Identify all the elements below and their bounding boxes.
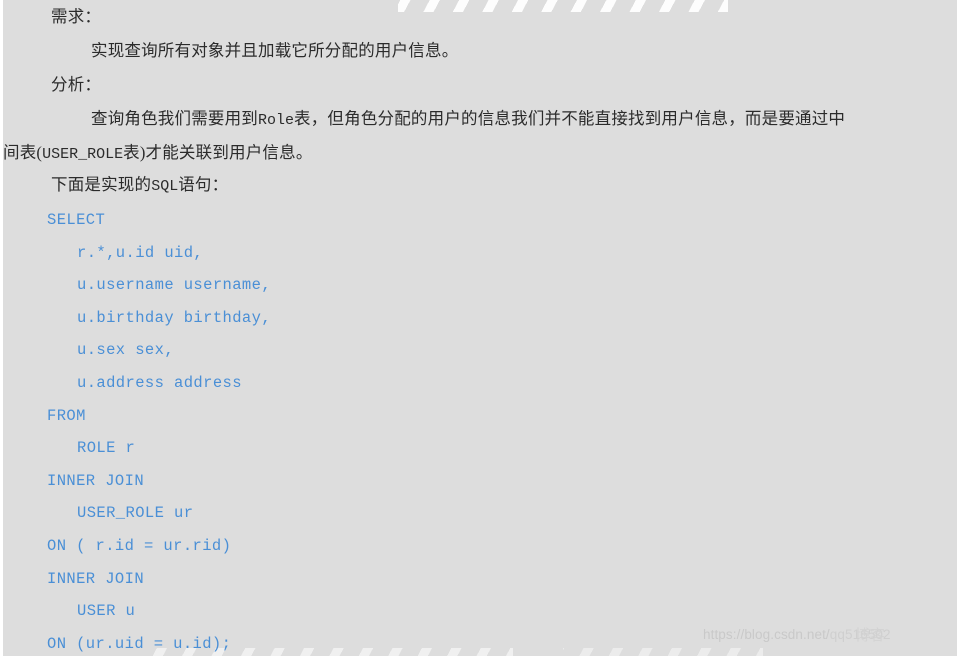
code-line: u.birthday birthday, bbox=[77, 308, 272, 327]
analysis-heading: 分析： bbox=[51, 75, 102, 94]
sql-intro-sql-token: SQL bbox=[151, 178, 179, 195]
analysis-body-wrap-a: 间表( bbox=[3, 143, 43, 162]
sql-intro-b: 语句： bbox=[178, 175, 229, 194]
document-page: 需求： 实现查询所有对象并且加载它所分配的用户信息。 分析： 查询角色我们需要用… bbox=[0, 0, 957, 656]
analysis-body-text-a: 查询角色我们需要用到 bbox=[91, 109, 258, 128]
code-line: u.address address bbox=[77, 373, 242, 392]
analysis-body-line2: 间表(USER_ROLE表)才能关联到用户信息。 bbox=[3, 136, 957, 168]
requirement-body: 实现查询所有对象并且加载它所分配的用户信息。 bbox=[91, 41, 459, 60]
code-line: USER u bbox=[77, 602, 136, 621]
analysis-body-wrap-b: 表)才能关联到用户信息。 bbox=[123, 143, 313, 162]
requirement-heading: 需求： bbox=[51, 7, 102, 26]
code-line: ON ( r.id = ur.rid) bbox=[47, 536, 232, 555]
sql-intro-line: 下面是实现的SQL语句： bbox=[3, 168, 957, 202]
sql-intro-a: 下面是实现的 bbox=[51, 175, 152, 194]
analysis-body-user-role-token: USER_ROLE bbox=[42, 146, 124, 163]
analysis-body-text-b: 表，但角色分配的用户的信息我们并不能直接找到用户信息，而是要通过中 bbox=[294, 109, 846, 128]
document-content: 需求： 实现查询所有对象并且加载它所分配的用户信息。 分析： 查询角色我们需要用… bbox=[3, 0, 957, 656]
code-line: u.username username, bbox=[77, 276, 272, 295]
analysis-body-line1: 查询角色我们需要用到Role表，但角色分配的用户的信息我们并不能直接找到用户信息… bbox=[3, 102, 957, 136]
code-line: u.sex sex, bbox=[77, 341, 175, 360]
code-line: INNER JOIN bbox=[47, 569, 145, 588]
code-line: r.*,u.id uid, bbox=[77, 243, 204, 262]
code-line: ON (ur.uid = u.id); bbox=[47, 634, 232, 653]
analysis-body-role-token: Role bbox=[258, 112, 295, 129]
code-line: ROLE r bbox=[77, 439, 136, 458]
code-line: INNER JOIN bbox=[47, 471, 145, 490]
code-line: SELECT bbox=[47, 211, 106, 229]
sql-code-block: SELECT r.*,u.id uid, u.username username, u… bbox=[3, 204, 957, 656]
code-line: FROM bbox=[47, 406, 86, 425]
code-line: USER_ROLE ur bbox=[77, 504, 194, 523]
